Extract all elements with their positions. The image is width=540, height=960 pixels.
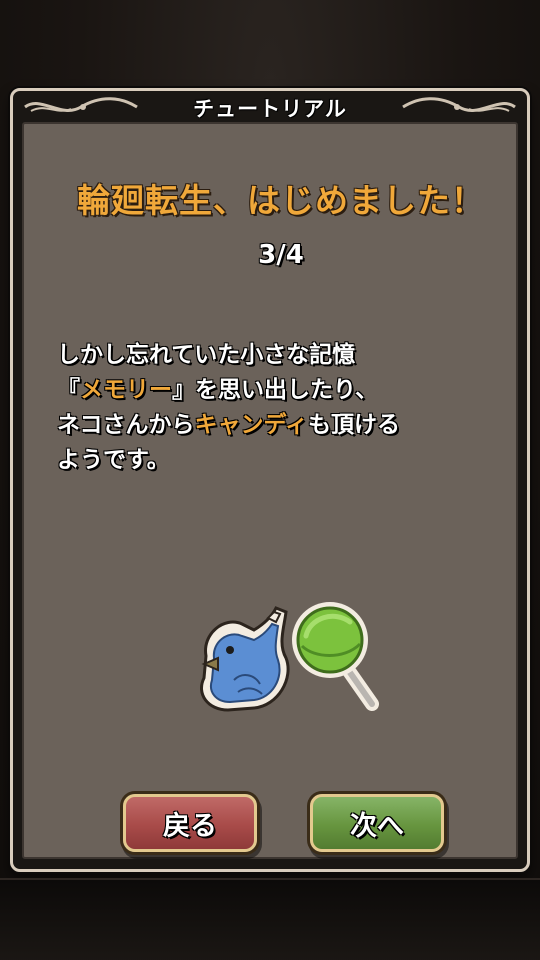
memory-highlight: メモリー (80, 377, 172, 403)
body-line-3-prefix: ネコさんから (57, 412, 195, 438)
body-line-2-prefix: 『 (57, 377, 80, 403)
page-counter: 3/4 (258, 240, 304, 270)
tutorial-illustration (200, 602, 379, 712)
candy-highlight: キャンディ (194, 412, 308, 438)
tutorial-dialog: チュートリアル 輪廻転生、はじめました！ 3/4 しかし忘れていた小さな記憶 『… (10, 88, 530, 872)
body-line-4: ようです。 (57, 447, 170, 473)
candy-lollipop-icon (292, 602, 379, 711)
next-button[interactable]: 次へ (310, 794, 444, 852)
body-line-3-suffix: も頂ける (307, 412, 400, 438)
next-button-label: 次へ (350, 810, 404, 842)
header-ornament-right (402, 97, 516, 112)
memory-bird-whistle-icon (200, 606, 290, 712)
body-line-3: ネコさんからキャンディも頂ける (57, 408, 507, 443)
body-line-2: 『メモリー』を思い出したり、 (57, 373, 507, 408)
tutorial-body-text: しかし忘れていた小さな記憶 『メモリー』を思い出したり、 ネコさんからキャンディ… (57, 338, 507, 478)
back-button[interactable]: 戻る (123, 794, 257, 852)
body-line-1: しかし忘れていた小さな記憶 (57, 342, 356, 368)
bottom-menu-bar (0, 878, 540, 960)
back-button-label: 戻る (163, 810, 217, 842)
dialog-content-panel: 輪廻転生、はじめました！ 3/4 しかし忘れていた小さな記憶 『メモリー』を思い… (22, 122, 518, 859)
body-line-2-suffix: 』を思い出したり、 (172, 377, 379, 403)
game-screen: チュートリアル 輪廻転生、はじめました！ 3/4 しかし忘れていた小さな記憶 『… (0, 0, 540, 960)
tutorial-headline: 輪廻転生、はじめました！ (77, 181, 485, 220)
